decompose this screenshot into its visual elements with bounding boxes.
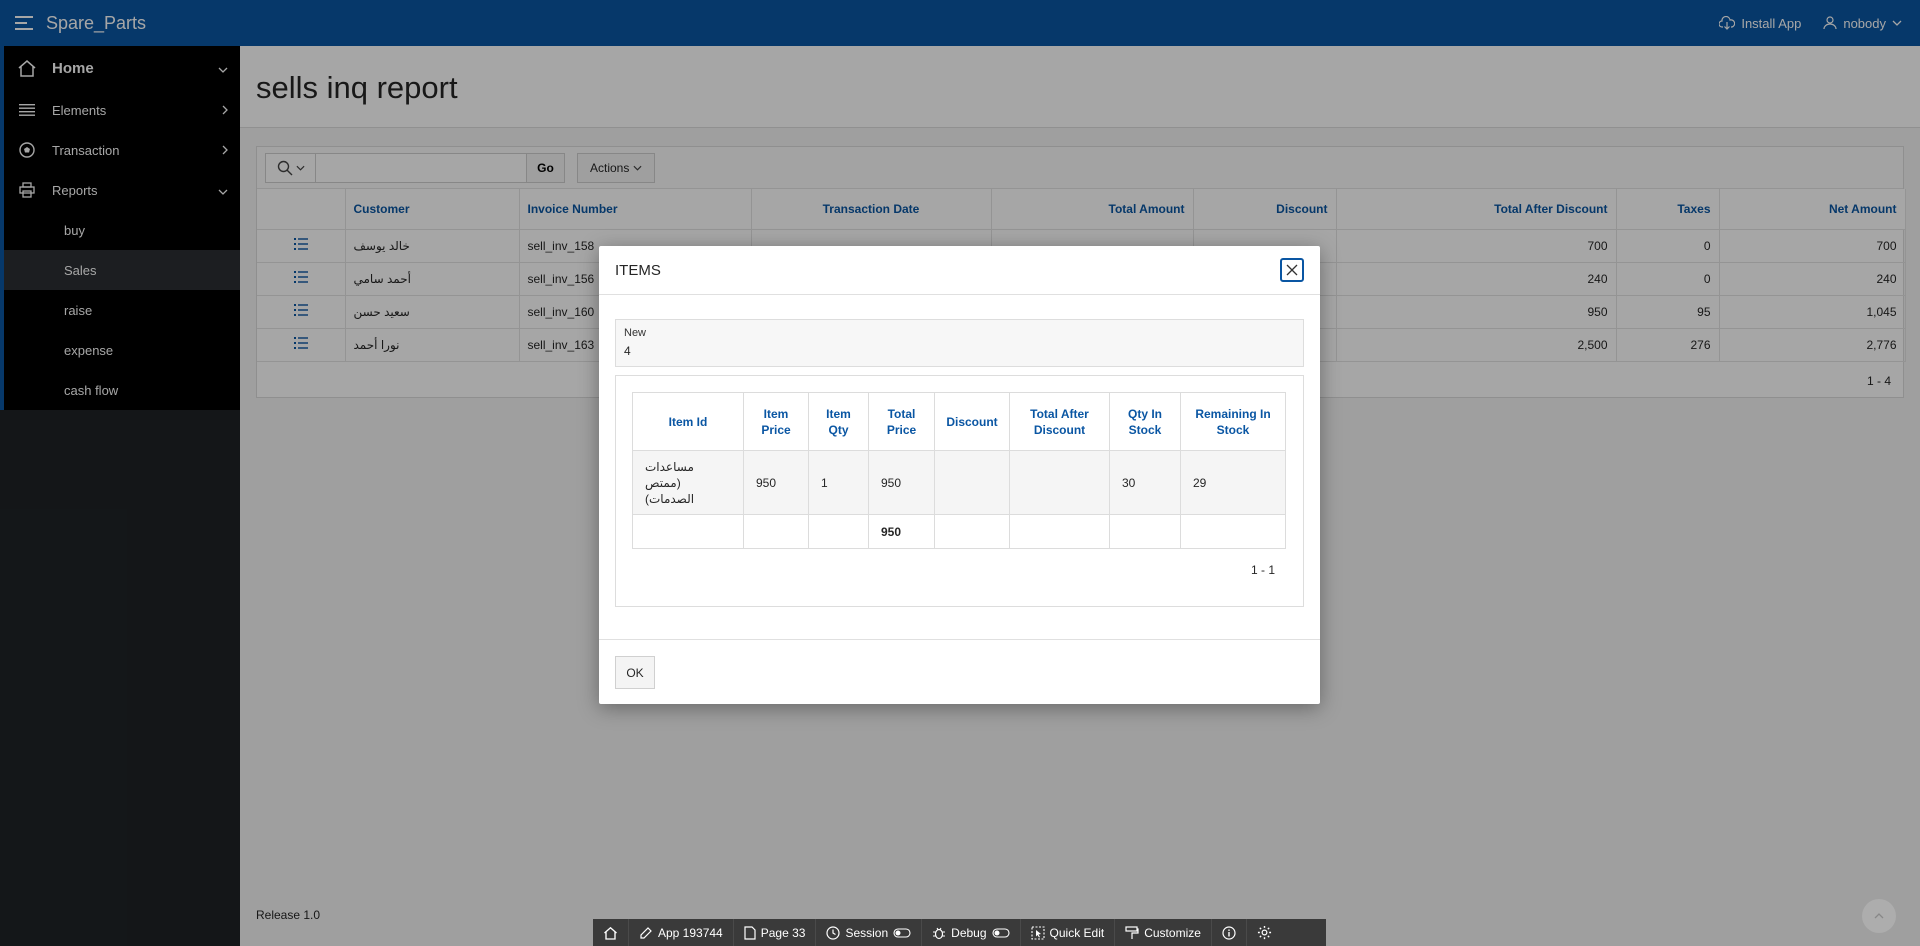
cell-item-id: مساعدات (ممتص الصدمات) xyxy=(632,450,744,515)
page-icon xyxy=(744,925,756,940)
cell-discount xyxy=(934,450,1010,515)
cell-qty-stock: 30 xyxy=(1109,450,1181,515)
cell-item-price: 950 xyxy=(743,450,809,515)
new-field-label: New xyxy=(624,327,647,339)
cell-after-discount xyxy=(1009,450,1110,515)
bug-icon xyxy=(933,927,946,939)
dialog-body: New 4 Item Id Item Price Item Qty Total … xyxy=(599,295,1320,607)
dialog-footer: OK xyxy=(599,639,1320,704)
items-table: Item Id Item Price Item Qty Total Price … xyxy=(632,392,1286,549)
dialog-title: ITEMS xyxy=(615,261,661,279)
dev-quick-edit-button[interactable]: Quick Edit xyxy=(1021,919,1116,946)
column-header-item-price[interactable]: Item Price xyxy=(743,392,809,451)
new-field[interactable]: New 4 xyxy=(615,319,1304,367)
dialog-header: ITEMS xyxy=(599,246,1320,295)
dev-debug-button[interactable]: Debug xyxy=(922,919,1021,946)
cell-remaining: 29 xyxy=(1180,450,1286,515)
dev-quick-edit-label: Quick Edit xyxy=(1049,925,1105,940)
column-header-remaining-in-stock[interactable]: Remaining In Stock xyxy=(1180,392,1286,451)
developer-toolbar: App 193744 Page 33 Session Debug Quick E… xyxy=(593,919,1326,946)
dev-app-label: App 193744 xyxy=(658,925,723,940)
column-header-discount[interactable]: Discount xyxy=(934,392,1010,451)
dev-home-button[interactable] xyxy=(593,919,629,946)
toggle-icon xyxy=(991,927,1010,938)
close-dialog-button[interactable] xyxy=(1280,258,1304,282)
cell-item-qty: 1 xyxy=(808,450,869,515)
close-icon xyxy=(1286,264,1298,276)
dev-customize-button[interactable]: Customize xyxy=(1115,919,1212,946)
home-icon xyxy=(604,926,617,940)
column-header-qty-in-stock[interactable]: Qty In Stock xyxy=(1109,392,1181,451)
paint-roller-icon xyxy=(1125,925,1139,939)
total-row: 950 xyxy=(632,514,1286,549)
cell-total-price: 950 xyxy=(868,450,935,515)
table-row: مساعدات (ممتص الصدمات) 950 1 950 30 29 xyxy=(632,450,1286,515)
column-header-total-after-discount[interactable]: Total After Discount xyxy=(1009,392,1110,451)
cell-total-sum: 950 xyxy=(868,514,935,549)
column-header-item-id[interactable]: Item Id xyxy=(632,392,744,451)
items-dialog: ITEMS New 4 Item Id Item Price Item Qty … xyxy=(599,246,1320,704)
column-header-item-qty[interactable]: Item Qty xyxy=(808,392,869,451)
dev-customize-label: Customize xyxy=(1144,925,1201,940)
info-icon xyxy=(1222,925,1236,940)
cursor-select-icon xyxy=(1030,925,1045,940)
clock-icon xyxy=(826,925,841,940)
dev-app-button[interactable]: App 193744 xyxy=(629,919,734,946)
gear-icon xyxy=(1257,925,1271,940)
dev-debug-label: Debug xyxy=(951,925,987,940)
ok-button[interactable]: OK xyxy=(615,656,655,689)
items-region: Item Id Item Price Item Qty Total Price … xyxy=(615,375,1304,607)
scroll-to-top-button[interactable] xyxy=(1862,899,1896,933)
dev-page-button[interactable]: Page 33 xyxy=(734,919,817,946)
dev-page-label: Page 33 xyxy=(760,925,806,940)
toggle-icon xyxy=(893,927,911,938)
dev-settings-button[interactable] xyxy=(1247,919,1282,946)
dev-info-button[interactable] xyxy=(1212,919,1247,946)
items-pagination: 1 - 1 xyxy=(1250,563,1275,577)
chevron-up-icon xyxy=(1874,913,1884,919)
dev-session-label: Session xyxy=(845,925,889,940)
column-header-total-price[interactable]: Total Price xyxy=(868,392,935,451)
dev-session-button[interactable]: Session xyxy=(816,919,923,946)
edit-icon xyxy=(640,926,652,939)
new-field-value: 4 xyxy=(624,344,631,358)
